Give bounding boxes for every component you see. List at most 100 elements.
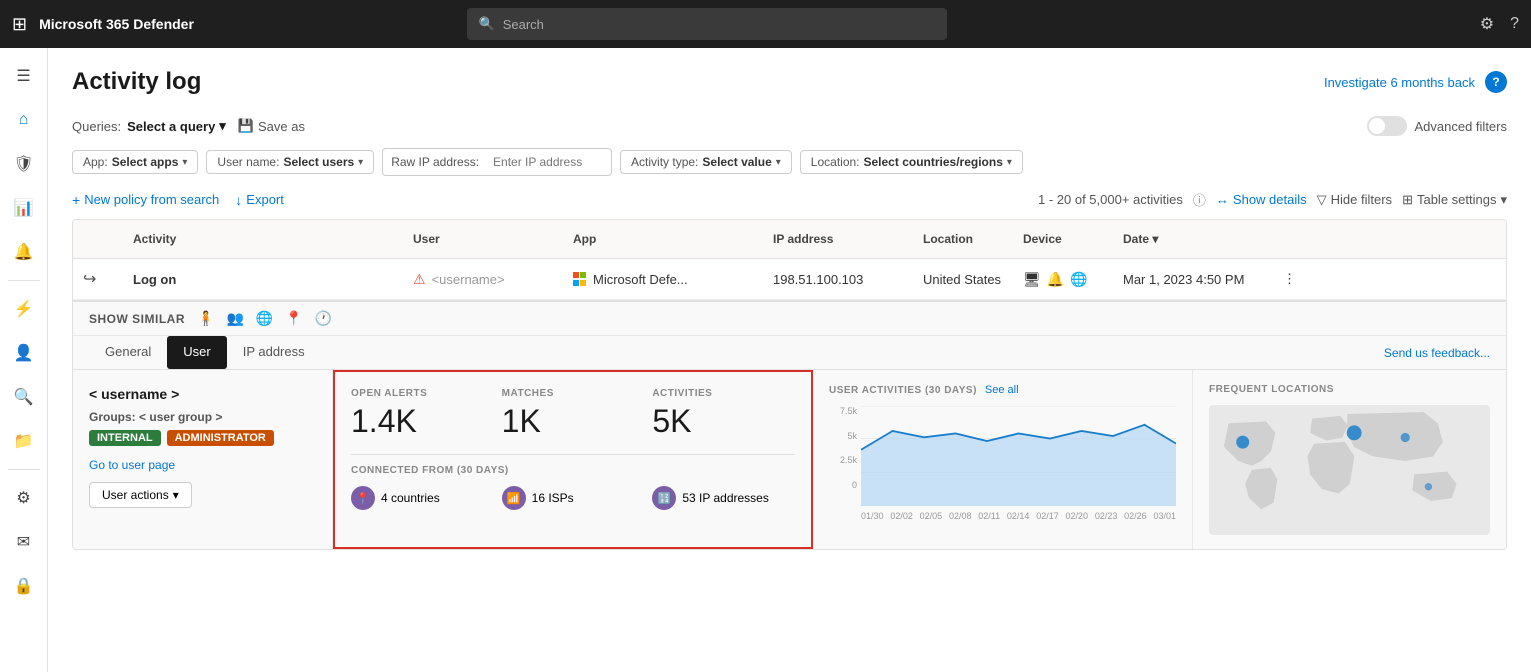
sidebar-item-menu[interactable]: ☰	[4, 56, 44, 96]
chevron-down-icon: ▾	[182, 157, 187, 168]
chevron-down-icon: ▾	[1007, 157, 1012, 168]
world-map	[1209, 405, 1490, 535]
show-similar-bar: SHOW SIMILAR 🧍 👥 🌐 📍 🕐	[73, 302, 1506, 336]
location-similar-icon[interactable]: 📍	[285, 310, 302, 327]
waffle-icon[interactable]: ⊞	[12, 14, 27, 35]
ip-similar-icon[interactable]: 🌐	[256, 310, 273, 327]
settings-icon[interactable]: ⚙	[1480, 14, 1494, 34]
col-app[interactable]: App	[563, 228, 763, 250]
table-settings-button[interactable]: ⊞ Table settings ▾	[1402, 192, 1507, 208]
search-input[interactable]	[503, 17, 935, 32]
queries-label: Queries:	[72, 119, 121, 134]
tab-general[interactable]: General	[89, 336, 167, 369]
countries-item: 📍 4 countries	[351, 486, 494, 510]
tab-user[interactable]: User	[167, 336, 226, 369]
sidebar-item-apps[interactable]: 🔍	[4, 377, 44, 417]
tab-ip-address[interactable]: IP address	[227, 336, 321, 369]
col-actions	[1273, 228, 1313, 250]
filter-row: Queries: Select a query ▾ 💾 Save as Adva…	[72, 116, 1507, 136]
header-actions: Investigate 6 months back ?	[1324, 71, 1507, 93]
x-label-0208: 02/08	[949, 511, 972, 521]
page-title: Activity log	[72, 68, 201, 96]
detail-tabs: General User IP address Send us feedback…	[73, 336, 1506, 370]
page-header: Activity log Investigate 6 months back ?	[72, 68, 1507, 96]
app-title: Microsoft 365 Defender	[39, 16, 194, 32]
sidebar-item-home[interactable]: ⌂	[4, 100, 44, 140]
results-info: 1 - 20 of 5,000+ activities ⓘ ↔ Show det…	[1038, 190, 1507, 209]
export-button[interactable]: ↓ Export	[235, 192, 284, 208]
action-row: + New policy from search ↓ Export 1 - 20…	[72, 190, 1507, 209]
internal-badge: INTERNAL	[89, 430, 161, 446]
col-date[interactable]: Date ▾	[1113, 228, 1273, 250]
group-similar-icon[interactable]: 👥	[226, 310, 243, 327]
y-label-5000: 5k	[829, 431, 857, 441]
connected-items: 📍 4 countries 📶 16 ISPs 🔢 53 IP addresse…	[351, 486, 795, 510]
col-location[interactable]: Location	[913, 228, 1013, 250]
sidebar-item-email[interactable]: ✉	[4, 522, 44, 562]
sidebar-item-lock[interactable]: 🔒	[4, 566, 44, 606]
chevron-down-icon: ▾	[173, 488, 179, 502]
x-label-0214: 02/14	[1007, 511, 1030, 521]
advanced-filters-toggle[interactable]	[1367, 116, 1407, 136]
row-more-cell[interactable]: ⋮	[1273, 261, 1313, 297]
new-policy-button[interactable]: + New policy from search	[72, 192, 219, 208]
save-as-button[interactable]: 💾 Save as	[238, 118, 305, 134]
investigate-link[interactable]: Investigate 6 months back	[1324, 75, 1475, 90]
ip-icon: 🔢	[652, 486, 676, 510]
col-activity[interactable]: Activity	[123, 228, 403, 250]
sidebar-item-settings[interactable]: ⚙	[4, 478, 44, 518]
hide-filters-button[interactable]: ▽ Hide filters	[1317, 192, 1392, 208]
row-location-cell: United States	[913, 262, 1013, 297]
filter-chips: App: Select apps ▾ User name: Select use…	[72, 148, 1507, 176]
sidebar-item-actions[interactable]: ⚡	[4, 289, 44, 329]
help-icon[interactable]: ?	[1510, 15, 1519, 33]
x-label-0205: 02/05	[920, 511, 943, 521]
x-label-0130: 01/30	[861, 511, 884, 521]
isp-icon: 📶	[502, 486, 526, 510]
chevron-down-icon: ▾	[219, 118, 226, 134]
see-all-link[interactable]: See all	[985, 384, 1019, 396]
location-filter[interactable]: Location: Select countries/regions ▾	[800, 150, 1023, 174]
sidebar-item-incidents[interactable]: 🔔	[4, 232, 44, 272]
ip-address-input[interactable]	[483, 151, 603, 173]
col-ip[interactable]: IP address	[763, 228, 913, 250]
send-feedback-link[interactable]: Send us feedback...	[1384, 346, 1490, 360]
info-icon[interactable]: ⓘ	[1193, 190, 1206, 209]
user-info-panel: < username > Groups: < user group > INTE…	[73, 370, 333, 549]
go-to-user-link[interactable]: Go to user page	[89, 458, 316, 472]
time-similar-icon[interactable]: 🕐	[315, 310, 332, 327]
user-filter[interactable]: User name: Select users ▾	[206, 150, 374, 174]
sidebar-item-chart[interactable]: 📊	[4, 188, 44, 228]
row-icon-cell: ↪	[73, 259, 123, 299]
user-actions-button[interactable]: User actions ▾	[89, 482, 192, 508]
row-activity-cell: Log on	[123, 262, 403, 297]
sidebar-item-shield[interactable]: 🛡	[4, 144, 44, 184]
table-icon: ⊞	[1402, 192, 1413, 208]
col-device[interactable]: Device	[1013, 228, 1113, 250]
ips-item: 🔢 53 IP addresses	[652, 486, 795, 510]
app-filter[interactable]: App: Select apps ▾	[72, 150, 198, 174]
user-similar-icon[interactable]: 🧍	[197, 310, 214, 327]
sidebar-item-files[interactable]: 📁	[4, 421, 44, 461]
notification-icon: 🔔	[1047, 271, 1064, 288]
chevron-down-icon: ▾	[358, 157, 363, 168]
queries-section: Queries: Select a query ▾	[72, 118, 226, 134]
monitor-icon: 🖥	[1023, 271, 1041, 288]
map-panel: FREQUENT LOCATIONS	[1193, 370, 1506, 549]
nav-icons: ⚙ ?	[1480, 14, 1519, 34]
help-button[interactable]: ?	[1485, 71, 1507, 93]
download-icon: ↓	[235, 192, 242, 208]
show-details-button[interactable]: ↔ Show details	[1216, 192, 1307, 207]
filter-icon: ▽	[1317, 192, 1327, 208]
x-label-0220: 02/20	[1066, 511, 1089, 521]
activity-filter[interactable]: Activity type: Select value ▾	[620, 150, 792, 174]
col-user[interactable]: User	[403, 228, 563, 250]
sidebar-item-users[interactable]: 👤	[4, 333, 44, 373]
search-box: 🔍	[467, 8, 947, 40]
sidebar: ☰ ⌂ 🛡 📊 🔔 ⚡ 👤 🔍 📁 ⚙ ✉ 🔒	[0, 48, 48, 672]
table-row[interactable]: ↪ Log on ⚠ <username> Microsoft Defe... …	[73, 259, 1506, 300]
search-icon: 🔍	[479, 16, 495, 32]
y-label-2500: 2.5k	[829, 455, 857, 465]
select-query-button[interactable]: Select a query ▾	[127, 118, 226, 134]
tabs-left: General User IP address	[89, 336, 321, 369]
